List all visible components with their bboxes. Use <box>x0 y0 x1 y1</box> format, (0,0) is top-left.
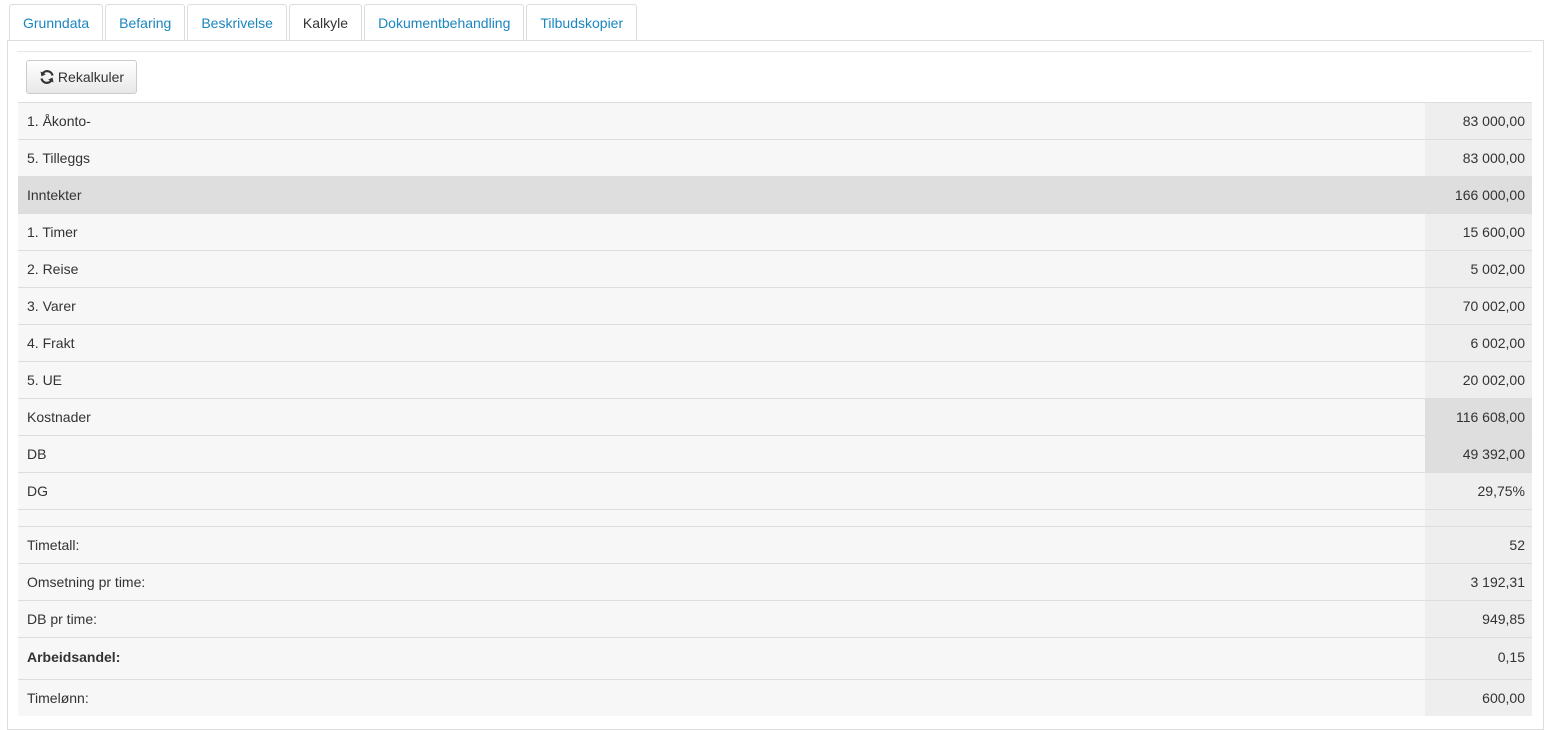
row-label: 3. Varer <box>27 298 76 314</box>
table-row-timelonn: Timelønn: 600,00 <box>18 679 1532 716</box>
row-label: 5. Tilleggs <box>27 150 91 166</box>
table-row-db: DB 49 392,00 <box>18 435 1532 472</box>
row-value: 52 <box>1425 527 1532 563</box>
row-value: 5 002,00 <box>1425 251 1532 287</box>
table-row-tilleggs: 5. Tilleggs 83 000,00 <box>18 139 1532 176</box>
row-label: 5. UE <box>27 372 63 388</box>
row-value: 0,15 <box>1425 638 1532 679</box>
row-value: 6 002,00 <box>1425 325 1532 361</box>
row-value: 49 392,00 <box>1425 436 1532 472</box>
kalkyle-table: 1. Åkonto- 83 000,00 5. Tilleggs 83 000,… <box>18 102 1532 716</box>
row-label: 2. Reise <box>27 261 79 277</box>
rekalkuler-label: Rekalkuler <box>57 69 125 85</box>
tab-dokumentbehandling[interactable]: Dokumentbehandling <box>364 4 525 40</box>
row-label: DB <box>27 446 47 462</box>
row-label <box>18 510 1425 526</box>
row-value: 83 000,00 <box>1425 140 1532 176</box>
row-value: 166 000,00 <box>1425 177 1532 213</box>
refresh-icon <box>39 69 55 85</box>
tab-grunndata[interactable]: Grunndata <box>9 4 104 40</box>
row-label: Omsetning pr time: <box>27 574 146 590</box>
row-value: 15 600,00 <box>1425 214 1532 250</box>
row-label: Timetall: <box>27 537 80 553</box>
tab-kalkyle[interactable]: Kalkyle <box>288 4 363 41</box>
row-label: DB pr time: <box>27 611 98 627</box>
table-row-varer: 3. Varer 70 002,00 <box>18 287 1532 324</box>
rekalkuler-button[interactable]: Rekalkuler <box>26 60 137 94</box>
row-label: 1. Åkonto- <box>27 113 91 129</box>
tab-beskrivelse[interactable]: Beskrivelse <box>187 4 287 40</box>
table-row-db-pr-time: DB pr time: 949,85 <box>18 600 1532 637</box>
row-value: 83 000,00 <box>1425 103 1532 139</box>
row-value: 600,00 <box>1425 680 1532 716</box>
row-value: 70 002,00 <box>1425 288 1532 324</box>
table-row-kostnader: Kostnader 116 608,00 <box>18 398 1532 435</box>
table-row-akonto: 1. Åkonto- 83 000,00 <box>18 102 1532 139</box>
tab-tilbudskopier[interactable]: Tilbudskopier <box>526 4 638 40</box>
row-label: 4. Frakt <box>27 335 75 351</box>
table-row-spacer <box>18 509 1532 526</box>
row-label: Kostnader <box>27 409 91 425</box>
row-label: Inntekter <box>27 187 82 203</box>
tab-bar: Grunndata Befaring Beskrivelse Kalkyle D… <box>9 4 638 41</box>
row-label: Timelønn: <box>27 690 89 706</box>
row-value: 3 192,31 <box>1425 564 1532 600</box>
table-row-omsetning-pr-time: Omsetning pr time: 3 192,31 <box>18 563 1532 600</box>
row-value <box>1425 510 1532 526</box>
table-row-arbeidsandel: Arbeidsandel: 0,15 <box>18 637 1532 679</box>
table-row-timer: 1. Timer 15 600,00 <box>18 213 1532 250</box>
row-label: 1. Timer <box>27 224 78 240</box>
table-row-reise: 2. Reise 5 002,00 <box>18 250 1532 287</box>
table-row-ue: 5. UE 20 002,00 <box>18 361 1532 398</box>
row-label: DG <box>27 483 48 499</box>
toolbar-divider <box>17 51 1532 52</box>
table-row-timetall: Timetall: 52 <box>18 526 1532 563</box>
row-value: 29,75% <box>1425 473 1532 509</box>
table-row-frakt: 4. Frakt 6 002,00 <box>18 324 1532 361</box>
table-row-inntekter: Inntekter 166 000,00 <box>18 176 1532 213</box>
row-value: 20 002,00 <box>1425 362 1532 398</box>
row-label: Arbeidsandel: <box>27 649 121 665</box>
row-value: 949,85 <box>1425 601 1532 637</box>
row-value: 116 608,00 <box>1425 399 1532 435</box>
tab-befaring[interactable]: Befaring <box>105 4 186 40</box>
table-row-dg: DG 29,75% <box>18 472 1532 509</box>
